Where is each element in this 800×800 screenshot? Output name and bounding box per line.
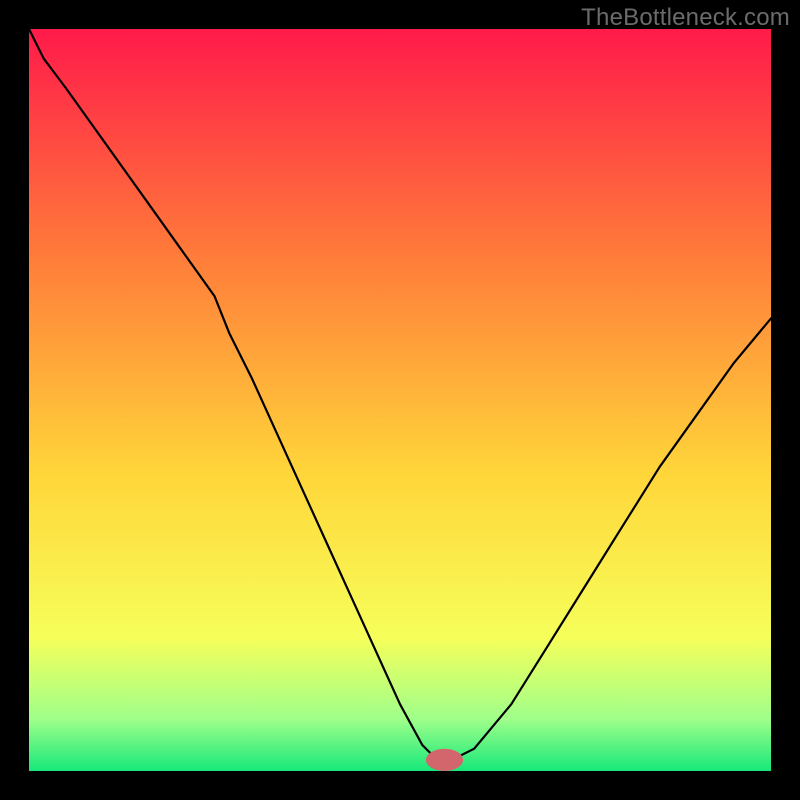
plot-background	[29, 29, 771, 771]
optimal-marker	[426, 749, 463, 771]
watermark-text: TheBottleneck.com	[581, 4, 790, 32]
bottleneck-chart	[29, 29, 771, 771]
chart-frame: TheBottleneck.com	[0, 0, 800, 800]
